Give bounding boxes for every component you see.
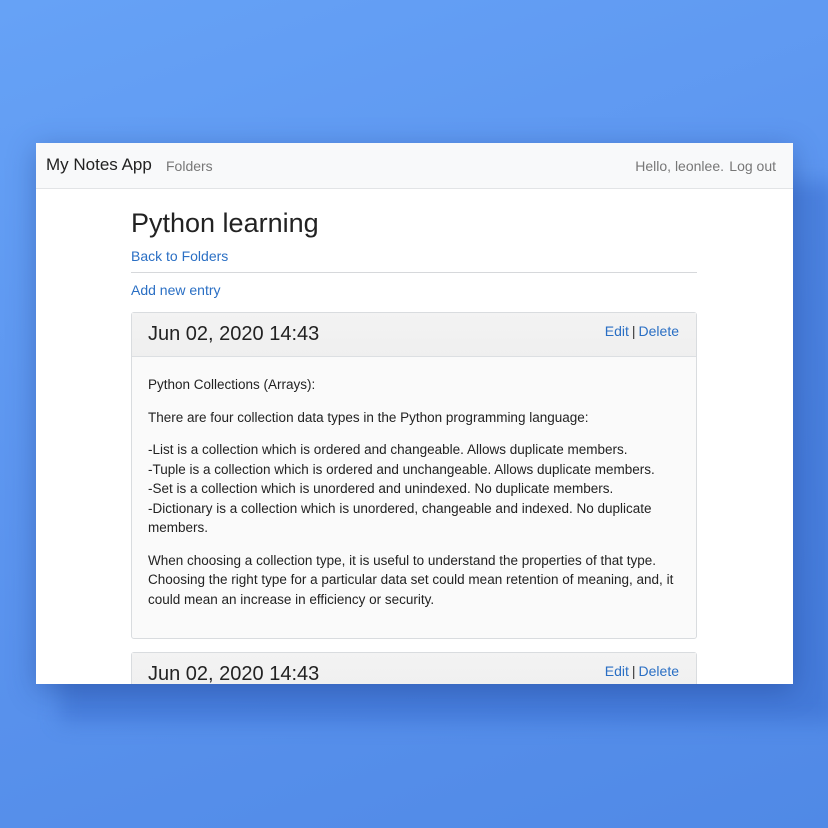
user-greeting: Hello, leonlee.: [635, 158, 724, 174]
entry-header: Jun 02, 2020 14:43 Edit | Delete: [132, 653, 696, 684]
delete-link[interactable]: Delete: [639, 663, 679, 679]
entry-paragraph: When choosing a collection type, it is u…: [148, 552, 674, 607]
edit-link[interactable]: Edit: [605, 663, 629, 679]
entry-actions: Edit | Delete: [605, 323, 679, 339]
action-separator: |: [631, 663, 636, 679]
entry-header: Jun 02, 2020 14:43 Edit | Delete: [132, 313, 696, 357]
entry-date: Jun 02, 2020 14:43: [148, 663, 320, 684]
browser-window: My Notes App Folders Hello, leonlee. Log…: [36, 143, 793, 684]
navbar: My Notes App Folders Hello, leonlee. Log…: [36, 143, 793, 189]
entry-card: Jun 02, 2020 14:43 Edit | Delete Python Co…: [131, 312, 697, 639]
add-entry-link[interactable]: Add new entry: [131, 282, 221, 298]
nav-folders-link[interactable]: Folders: [166, 158, 213, 174]
entry-paragraph: Python Collections (Arrays):: [148, 377, 316, 392]
entry-paragraph: There are four collection data types in …: [148, 409, 589, 425]
entry-date: Jun 02, 2020 14:43: [148, 323, 320, 345]
delete-link[interactable]: Delete: [639, 323, 679, 339]
back-to-folders-link[interactable]: Back to Folders: [131, 248, 228, 264]
entry-body: Python Collections (Arrays): There are f…: [132, 357, 696, 609]
app-brand[interactable]: My Notes App: [46, 155, 152, 175]
entry-card: Jun 02, 2020 14:43 Edit | Delete: [131, 652, 697, 684]
entry-paragraph: -List is a collection which is ordered a…: [148, 442, 655, 535]
entry-actions: Edit | Delete: [605, 663, 679, 679]
edit-link[interactable]: Edit: [605, 323, 629, 339]
divider: [131, 272, 697, 273]
page-title: Python learning: [131, 208, 319, 238]
action-separator: |: [631, 323, 636, 339]
logout-link[interactable]: Log out: [729, 158, 776, 174]
